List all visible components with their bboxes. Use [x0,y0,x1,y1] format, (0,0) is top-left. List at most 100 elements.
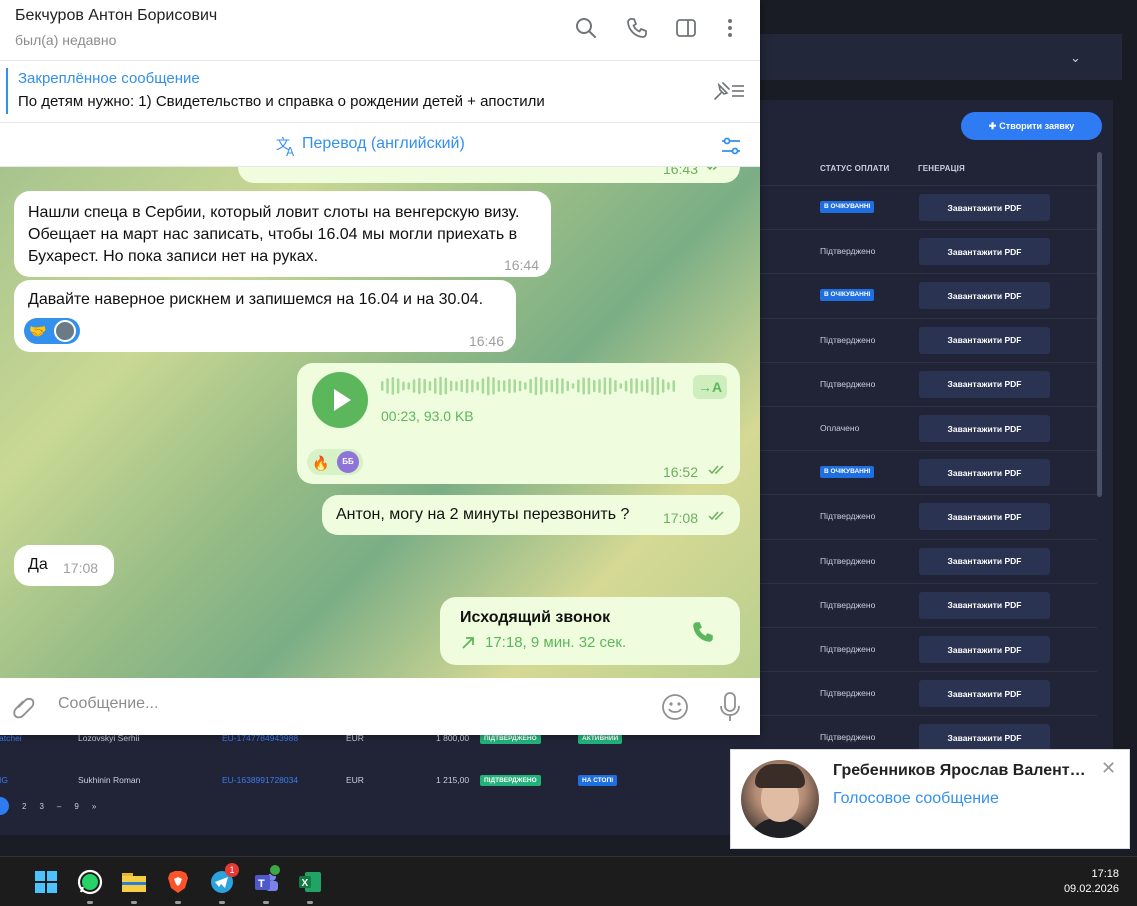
chevron-down-icon[interactable]: ⌄ [1070,50,1081,66]
pinned-list-icon[interactable] [712,80,746,102]
table-row: Підтверджено Завантажити PDF [760,361,1097,406]
waveform-bar [534,376,538,396]
waveform-bar [418,377,421,395]
message-text: Нашли спеца в Сербии, который ловит слот… [28,204,520,265]
create-request-button[interactable]: ✚ Створити заявку [961,112,1102,140]
file-explorer-icon[interactable] [121,869,147,895]
message-list[interactable]: 16:43 Нашли спеца в Сербии, который лови… [0,167,760,678]
download-pdf-button[interactable]: Завантажити PDF [919,680,1050,708]
page-2[interactable]: 2 [22,802,26,811]
message-bubble[interactable]: 16:43 [238,167,740,183]
call-icon[interactable] [690,619,716,645]
waveform-bar [561,378,564,394]
svg-text:A: A [286,145,295,157]
message-bubble[interactable]: Да 17:08 [14,545,114,586]
translate-bar[interactable]: 文A Перевод (английский) [0,123,760,167]
reaction-chip[interactable]: 🤝 [24,318,80,344]
pinned-message-bar[interactable]: Закреплённое сообщение По детям нужно: 1… [0,62,760,123]
download-pdf-button[interactable]: Завантажити PDF [919,370,1050,398]
waveform-bar [661,379,665,393]
top-select[interactable] [760,34,1122,80]
translate-settings-icon[interactable] [720,135,742,157]
waveform-bar [566,380,569,392]
download-pdf-button[interactable]: Завантажити PDF [919,194,1050,221]
waveform-bar [465,378,469,394]
more-vertical-icon[interactable] [718,16,742,40]
waveform-bar [402,381,405,391]
page-9[interactable]: 9 [74,802,78,811]
emoji-icon[interactable] [660,692,690,722]
row-ref[interactable]: EU-1638991728034 [222,775,298,785]
message-bubble[interactable]: Антон, могу на 2 минуты перезвонить ? 17… [322,495,740,535]
download-pdf-button[interactable]: Завантажити PDF [919,547,1050,575]
waveform-bar [624,380,628,392]
whatsapp-icon[interactable] [77,869,103,895]
download-pdf-button[interactable]: Завантажити PDF [919,636,1050,663]
download-pdf-button[interactable]: Завантажити PDF [919,282,1050,310]
table-row: Підтверджено Завантажити PDF [760,538,1097,583]
teams-icon[interactable]: T [253,864,281,895]
waveform-bar [439,376,442,396]
windows-start-icon[interactable] [33,869,59,895]
waveform-bar [471,379,474,393]
call-meta: 17:18, 9 мин. 32 сек. [485,634,627,651]
telegram-icon[interactable]: 1 [209,863,239,895]
avatar [741,760,819,838]
page-current[interactable] [0,797,9,815]
waveform-bar [423,378,426,394]
transcribe-icon[interactable]: →A [693,375,727,399]
waveform-bar [386,378,389,394]
brave-browser-icon[interactable] [165,869,191,895]
contact-name[interactable]: Бекчуров Антон Борисович [15,7,217,25]
message-bubble[interactable]: Нашли спеца в Сербии, который ловит слот… [14,191,551,277]
avatar-hair [755,764,805,788]
voice-message-bubble[interactable]: 00:23, 93.0 KB →A 🔥 ББ 16:52 [297,363,740,484]
notification-sender: Гребенников Ярослав Валент… [833,762,1086,779]
payment-status: Підтверджено [820,688,876,699]
payment-status: Підтверджено [820,334,876,345]
waveform-bar [449,380,453,392]
download-pdf-button[interactable]: Завантажити PDF [919,326,1050,354]
scrollbar[interactable] [1097,152,1102,497]
download-pdf-button[interactable]: Завантажити PDF [919,459,1050,487]
download-pdf-button[interactable]: Завантажити PDF [919,503,1050,531]
play-button[interactable] [312,372,368,428]
status-badge: ПІДТВЕРДЖЕНО [480,775,541,786]
call-message-bubble[interactable]: Исходящий звонок 17:18, 9 мин. 32 сек. [440,597,740,665]
download-pdf-button[interactable]: Завантажити PDF [919,724,1050,752]
phone-icon[interactable] [625,16,649,40]
waveform-bar [492,377,495,395]
notification-toast[interactable]: Гребенников Ярослав Валент… Голосовое со… [730,749,1130,849]
state-badge: НА СТОПІ [578,775,618,786]
play-icon [334,389,351,411]
waveform[interactable] [381,375,681,397]
system-clock[interactable]: 17:18 09.02.2026 [1064,867,1119,897]
download-pdf-button[interactable]: Завантажити PDF [919,415,1050,442]
search-icon[interactable] [574,16,598,40]
pinned-indicator [6,68,8,114]
page-3[interactable]: 3 [39,802,43,811]
close-icon[interactable]: ✕ [1101,758,1116,779]
waveform-bar [587,377,591,395]
page-next[interactable]: » [92,802,96,811]
waveform-bar [396,378,400,394]
download-pdf-button[interactable]: Завантажити PDF [919,591,1050,619]
waveform-bar [518,380,522,392]
contact-status: был(а) недавно [15,32,117,48]
message-bubble[interactable]: Давайте наверное рискнем и запишемся на … [14,280,516,352]
sidebar-toggle-icon[interactable] [674,16,698,40]
table-row: Підтверджено Завантажити PDF [760,317,1097,362]
microphone-icon[interactable] [717,691,743,723]
message-time: 16:44 [503,257,539,273]
waveform-bar [444,377,448,395]
excel-icon[interactable]: X [297,869,323,895]
download-pdf-button[interactable]: Завантажити PDF [919,238,1050,266]
payment-status: В ОЧІКУВАННІ [820,201,875,213]
row-id[interactable]: IG [0,775,8,785]
pinned-title: Закреплённое сообщение [18,70,200,87]
message-input[interactable]: Сообщение... [58,695,158,713]
table-row: atchei Lozovskyi Serhii EU-1747784943988… [0,733,730,755]
attach-icon[interactable] [10,694,36,720]
reaction-chip[interactable]: 🔥 ББ [307,449,363,475]
message-time: 17:08 [63,560,99,576]
